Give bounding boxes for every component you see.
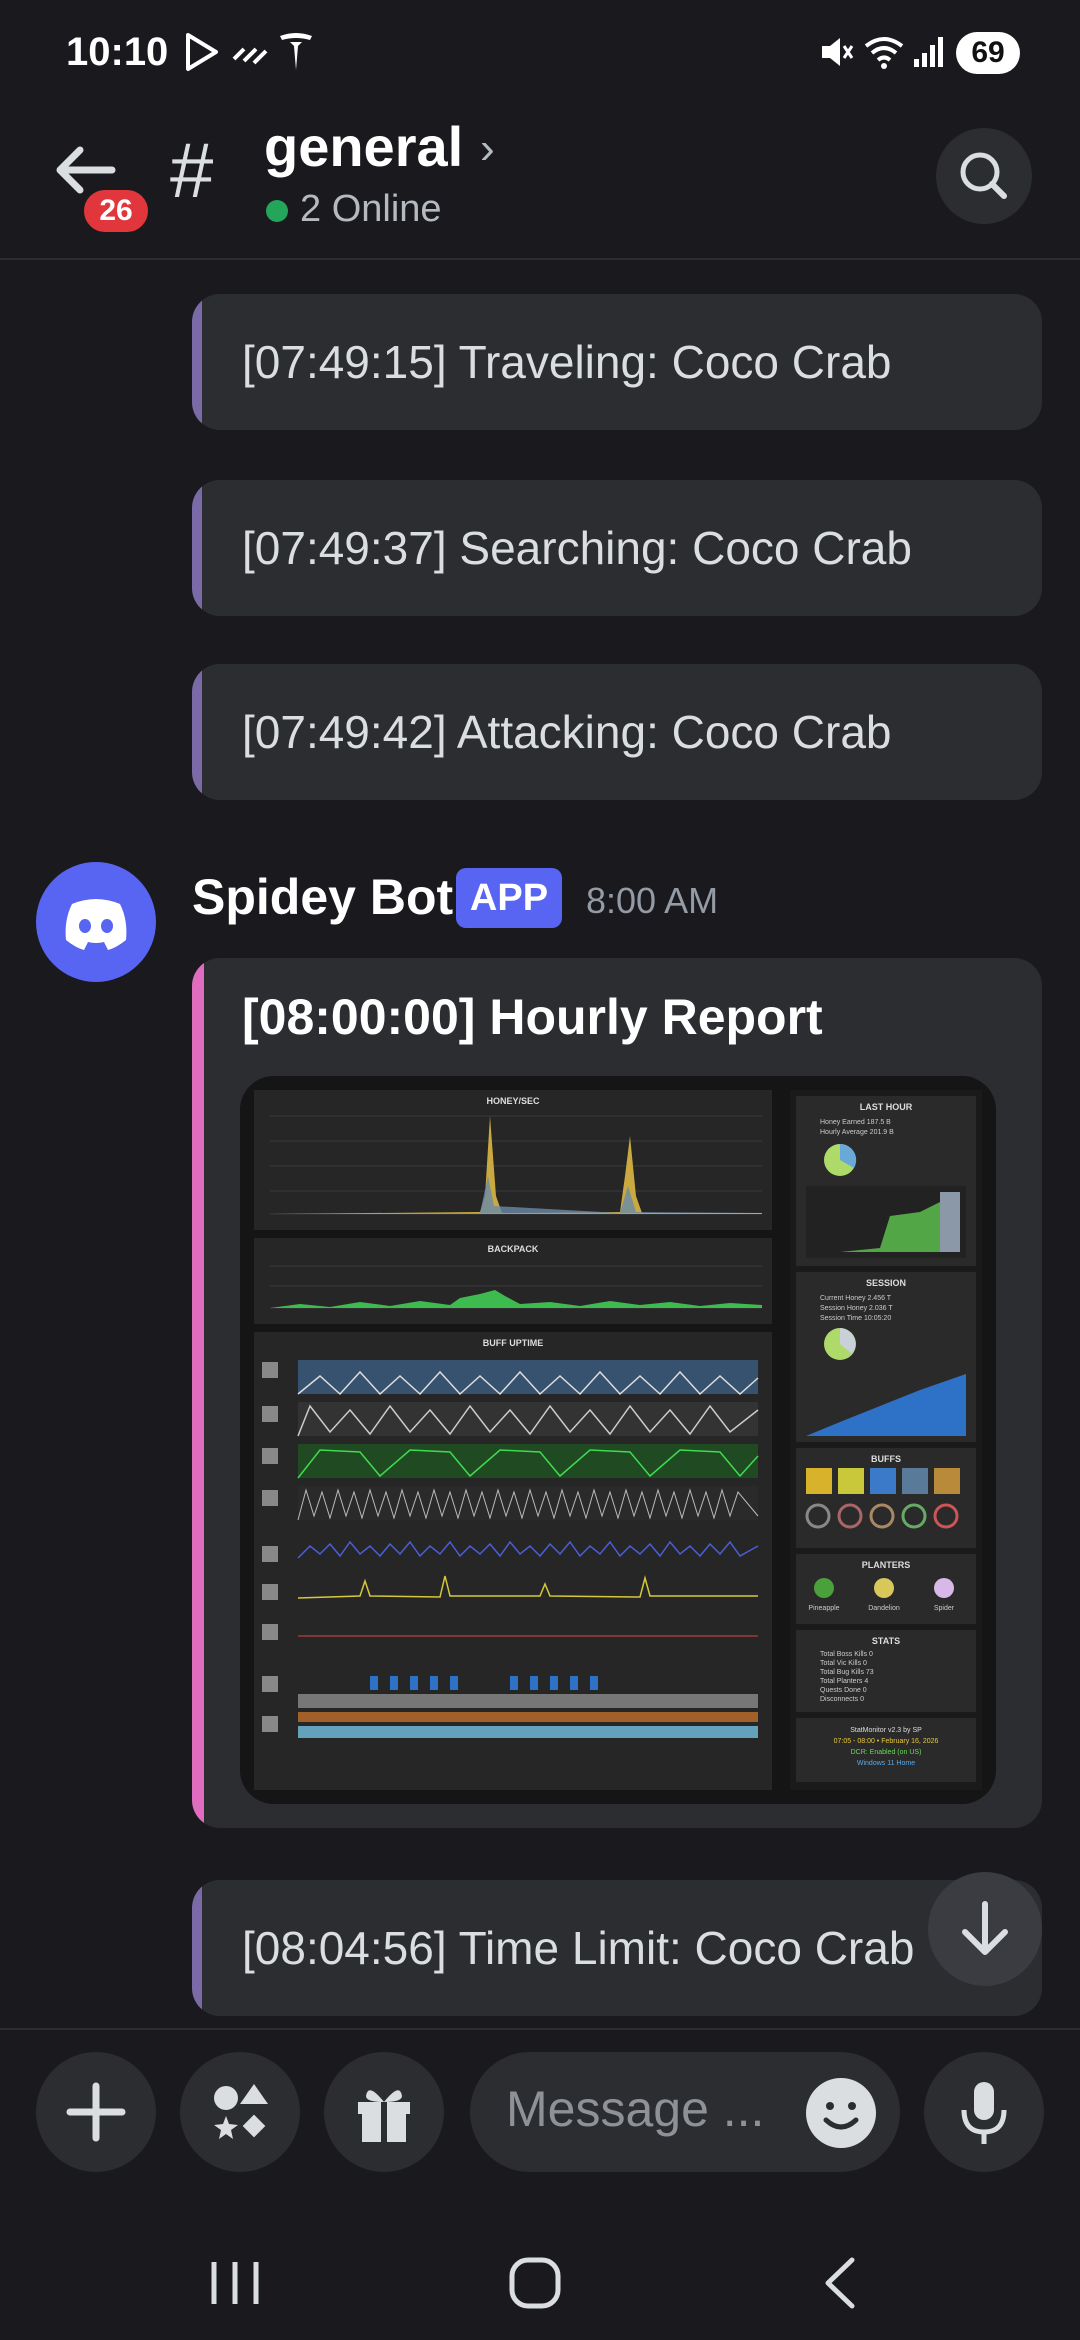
stats-line: Disconnects 0 bbox=[820, 1696, 864, 1703]
session-line: Session Honey 2.036 T bbox=[820, 1305, 893, 1312]
channel-hash-icon: # bbox=[170, 126, 214, 214]
home-icon bbox=[509, 2257, 561, 2309]
last-hour-line: Hourly Average 201.9 B bbox=[820, 1129, 894, 1136]
unread-badge: 26 bbox=[80, 186, 152, 236]
list-item[interactable]: [08:04:56] Time Limit: Coco Crab bbox=[192, 1880, 1042, 2016]
backpack-chart-title: BACKPACK bbox=[488, 1244, 539, 1254]
apps-icon bbox=[214, 2084, 268, 2139]
planter-name: Pineapple bbox=[808, 1605, 839, 1612]
signal-lines-icon bbox=[228, 30, 272, 74]
message-text: [07:49:42] Attacking: Coco Crab bbox=[242, 706, 892, 758]
honey-chart-title: HONEY/SEC bbox=[486, 1096, 540, 1106]
chevron-left-icon bbox=[825, 2257, 855, 2309]
message-accent-bar bbox=[192, 1880, 202, 2016]
online-count: 2 Online bbox=[300, 188, 442, 230]
avatar[interactable] bbox=[36, 862, 156, 982]
last-hour-title: LAST HOUR bbox=[860, 1102, 913, 1112]
gift-button[interactable] bbox=[324, 2052, 444, 2172]
arrow-down-icon bbox=[962, 1901, 1008, 1955]
microphone-icon bbox=[961, 2082, 1007, 2144]
embed-title: [08:00:00] Hourly Report bbox=[242, 989, 823, 1045]
wifi-icon bbox=[862, 30, 906, 74]
search-icon bbox=[960, 152, 1007, 199]
apps-button[interactable] bbox=[180, 2052, 300, 2172]
online-indicator bbox=[266, 200, 288, 222]
buffs-title: BUFFS bbox=[871, 1454, 901, 1464]
last-hour-line: Honey Earned 187.5 B bbox=[820, 1119, 891, 1126]
message-accent-bar bbox=[192, 664, 202, 800]
search-button[interactable] bbox=[936, 128, 1032, 224]
app-badge: APP bbox=[456, 868, 562, 928]
embed-card: [08:00:00] Hourly Report HONEY/SEC BACKP… bbox=[192, 958, 1042, 1828]
message-text: [08:04:56] Time Limit: Coco Crab bbox=[242, 1922, 915, 1974]
battery-level: 69 bbox=[956, 32, 1020, 74]
system-back-button[interactable] bbox=[806, 2248, 876, 2318]
channel-header bbox=[0, 110, 1080, 260]
footer-line: 07:05 - 08:00 • February 16, 2026 bbox=[834, 1738, 939, 1745]
footer-line: StatMonitor v2.3 by SP bbox=[850, 1727, 922, 1734]
message-text: [07:49:37] Searching: Coco Crab bbox=[242, 522, 912, 574]
smiley-icon bbox=[823, 2102, 859, 2130]
stats-title: STATS bbox=[872, 1636, 900, 1646]
gift-icon bbox=[358, 2090, 410, 2142]
recent-apps-icon bbox=[211, 2262, 259, 2304]
play-store-icon bbox=[180, 30, 224, 74]
home-button[interactable] bbox=[500, 2248, 570, 2318]
recent-apps-button[interactable] bbox=[200, 2248, 270, 2318]
message-timestamp: 8:00 AM bbox=[586, 880, 719, 921]
planter-name: Dandelion bbox=[868, 1605, 900, 1612]
message-text: [07:49:15] Traveling: Coco Crab bbox=[242, 336, 892, 388]
tesla-icon bbox=[274, 30, 318, 74]
plus-icon bbox=[66, 2082, 126, 2142]
list-item[interactable]: [07:49:42] Attacking: Coco Crab bbox=[192, 664, 1042, 800]
status-time: 10:10 bbox=[66, 30, 169, 74]
cell-signal-icon bbox=[908, 30, 952, 74]
discord-logo-icon bbox=[65, 899, 127, 950]
mute-icon bbox=[814, 30, 858, 74]
voice-message-button[interactable] bbox=[924, 2052, 1044, 2172]
add-attachment-button[interactable] bbox=[36, 2052, 156, 2172]
status-bar: 10:10 69 bbox=[0, 0, 1080, 110]
message-input-placeholder: Message ... bbox=[506, 2081, 765, 2137]
hourly-report-image[interactable]: HONEY/SEC BACKPACK BUFF UPTIME LAST HOUR… bbox=[240, 1076, 996, 1804]
stats-line: Total Vic Kills 0 bbox=[820, 1660, 867, 1667]
session-line: Current Honey 2.456 T bbox=[820, 1295, 892, 1302]
message-accent-bar bbox=[192, 480, 202, 616]
session-line: Session Time 10:05:20 bbox=[820, 1315, 891, 1322]
channel-name[interactable]: general bbox=[264, 114, 463, 179]
stats-line: Total Boss Kills 0 bbox=[820, 1651, 873, 1658]
session-title: SESSION bbox=[866, 1278, 906, 1288]
scroll-to-bottom-button[interactable] bbox=[928, 1872, 1042, 1986]
stats-line: Total Bug Kills 73 bbox=[820, 1669, 874, 1676]
list-item[interactable]: [07:49:15] Traveling: Coco Crab bbox=[192, 294, 1042, 430]
author-name[interactable]: Spidey Bot bbox=[192, 868, 453, 926]
emoji-button[interactable] bbox=[806, 2078, 876, 2148]
planters-title: PLANTERS bbox=[862, 1560, 911, 1570]
footer-line: DCR: Enabled (on US) bbox=[851, 1749, 922, 1756]
system-navigation-bar bbox=[0, 2228, 1080, 2340]
planter-name: Spider bbox=[934, 1605, 955, 1612]
stats-line: Quests Done 0 bbox=[820, 1687, 867, 1694]
message-accent-bar bbox=[192, 294, 202, 430]
list-item[interactable]: [07:49:37] Searching: Coco Crab bbox=[192, 480, 1042, 616]
footer-line: Windows 11 Home bbox=[857, 1760, 915, 1767]
stats-line: Total Planters 4 bbox=[820, 1678, 868, 1685]
buff-chart-title: BUFF UPTIME bbox=[483, 1338, 544, 1348]
embed-accent-bar bbox=[192, 958, 204, 1828]
chevron-right-icon[interactable]: › bbox=[480, 124, 495, 174]
